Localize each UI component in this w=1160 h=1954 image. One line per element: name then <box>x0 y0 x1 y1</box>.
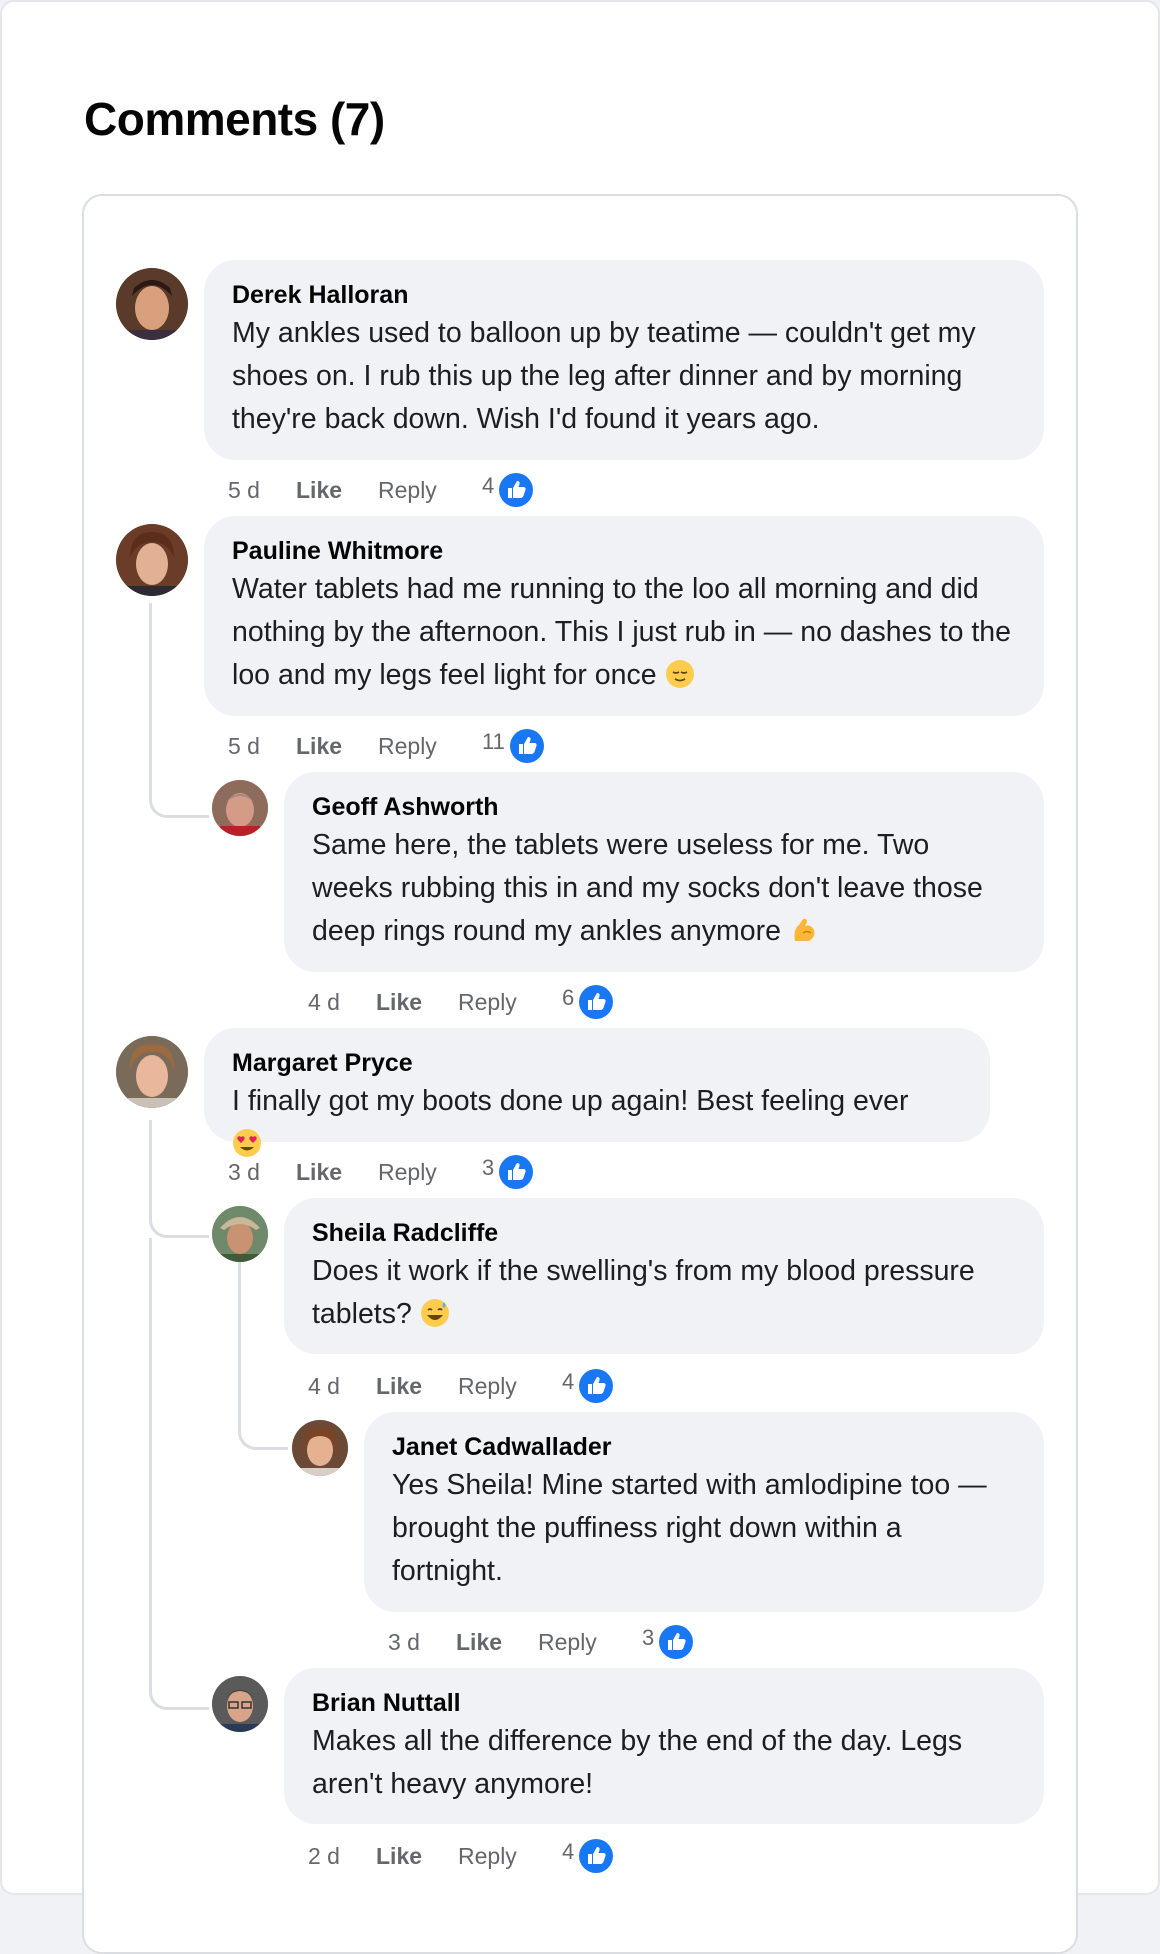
thumbs-up-like-icon[interactable] <box>509 728 545 764</box>
comment-bubble: Geoff Ashworth Same here, the tablets we… <box>284 772 1044 972</box>
thumbs-up-like-icon[interactable] <box>658 1624 694 1660</box>
avatar[interactable] <box>212 1676 268 1732</box>
comment-actions: 5 d Like Reply 11 <box>228 726 545 766</box>
like-count: 3 <box>642 1625 655 1650</box>
comment-text: Does it work if the swelling's from my b… <box>312 1255 975 1330</box>
thumbs-up-like-icon[interactable] <box>498 1154 534 1190</box>
comment-actions: 5 d Like Reply 4 <box>228 470 534 510</box>
comment-text: Makes all the difference by the end of t… <box>312 1725 963 1800</box>
comment-time[interactable]: 5 d <box>228 477 296 504</box>
thumbs-up-like-icon[interactable] <box>578 1368 614 1404</box>
avatar[interactable] <box>292 1420 348 1476</box>
comment-author[interactable]: Geoff Ashworth <box>312 790 1016 824</box>
like-button[interactable]: Like <box>456 1629 538 1656</box>
comment-actions: 4 d Like Reply 6 <box>308 982 614 1022</box>
comment-time[interactable]: 3 d <box>228 1159 296 1186</box>
like-count: 11 <box>482 729 505 754</box>
avatar[interactable] <box>116 268 188 340</box>
thread-line <box>149 1238 209 1710</box>
like-count: 3 <box>482 1155 495 1180</box>
thumbs-up-like-icon[interactable] <box>578 1838 614 1874</box>
comment-actions: 2 d Like Reply 4 <box>308 1836 614 1876</box>
reply-button[interactable]: Reply <box>458 989 562 1016</box>
avatar[interactable] <box>212 1206 268 1262</box>
comment-bubble: Sheila Radcliffe Does it work if the swe… <box>284 1198 1044 1354</box>
thread-line <box>149 1120 209 1238</box>
comment-actions: 3 d Like Reply 3 <box>388 1622 694 1662</box>
comment-author[interactable]: Pauline Whitmore <box>232 534 1016 568</box>
thumbs-up-like-icon[interactable] <box>578 984 614 1020</box>
like-button[interactable]: Like <box>376 1843 458 1870</box>
comment-author[interactable]: Derek Halloran <box>232 278 1016 312</box>
reply-button[interactable]: Reply <box>538 1629 642 1656</box>
thumbs-up-like-icon[interactable] <box>498 472 534 508</box>
reply-button[interactable]: Reply <box>378 733 482 760</box>
like-count: 4 <box>562 1369 575 1394</box>
reply-button[interactable]: Reply <box>458 1843 562 1870</box>
comment-time[interactable]: 4 d <box>308 989 376 1016</box>
like-button[interactable]: Like <box>376 1373 458 1400</box>
comment-bubble: Pauline Whitmore Water tablets had me ru… <box>204 516 1044 716</box>
comment-time[interactable]: 2 d <box>308 1843 376 1870</box>
comment-time[interactable]: 4 d <box>308 1373 376 1400</box>
comment-actions: 3 d Like Reply 3 <box>228 1152 534 1192</box>
like-count: 4 <box>562 1839 575 1864</box>
comment-text: Same here, the tablets were useless for … <box>312 829 983 947</box>
like-button[interactable]: Like <box>376 989 458 1016</box>
reply-button[interactable]: Reply <box>458 1373 562 1400</box>
like-button[interactable]: Like <box>296 1159 378 1186</box>
thread-line <box>238 1260 288 1450</box>
flexed-biceps-emoji-icon <box>789 915 819 945</box>
like-button[interactable]: Like <box>296 477 378 504</box>
comment-time[interactable]: 3 d <box>388 1629 456 1656</box>
comment-bubble: Janet Cadwallader Yes Sheila! Mine start… <box>364 1412 1044 1612</box>
comment-bubble: Margaret Pryce I finally got my boots do… <box>204 1028 990 1142</box>
comment-text: Water tablets had me running to the loo … <box>232 573 1011 691</box>
comment-author[interactable]: Janet Cadwallader <box>392 1430 1016 1464</box>
avatar[interactable] <box>116 524 188 596</box>
comment-author[interactable]: Margaret Pryce <box>232 1046 962 1080</box>
comment-text: Yes Sheila! Mine started with amlodipine… <box>392 1469 987 1587</box>
comments-heading: Comments (7) <box>84 93 385 145</box>
comment-time[interactable]: 5 d <box>228 733 296 760</box>
comment-text: I finally got my boots done up again! Be… <box>232 1085 909 1117</box>
comment-bubble: Derek Halloran My ankles used to balloon… <box>204 260 1044 460</box>
reply-button[interactable]: Reply <box>378 1159 482 1186</box>
comment-bubble: Brian Nuttall Makes all the difference b… <box>284 1668 1044 1824</box>
comment-actions: 4 d Like Reply 4 <box>308 1366 614 1406</box>
comment-author[interactable]: Brian Nuttall <box>312 1686 1016 1720</box>
grinning-sweat-face-emoji-icon <box>420 1298 450 1328</box>
relieved-face-emoji-icon <box>665 659 695 689</box>
thread-line <box>149 603 209 818</box>
like-button[interactable]: Like <box>296 733 378 760</box>
like-count: 4 <box>482 473 495 498</box>
avatar[interactable] <box>212 780 268 836</box>
like-count: 6 <box>562 985 575 1010</box>
comment-text: My ankles used to balloon up by teatime … <box>232 317 976 435</box>
avatar[interactable] <box>116 1036 188 1108</box>
comment-author[interactable]: Sheila Radcliffe <box>312 1216 1016 1250</box>
reply-button[interactable]: Reply <box>378 477 482 504</box>
